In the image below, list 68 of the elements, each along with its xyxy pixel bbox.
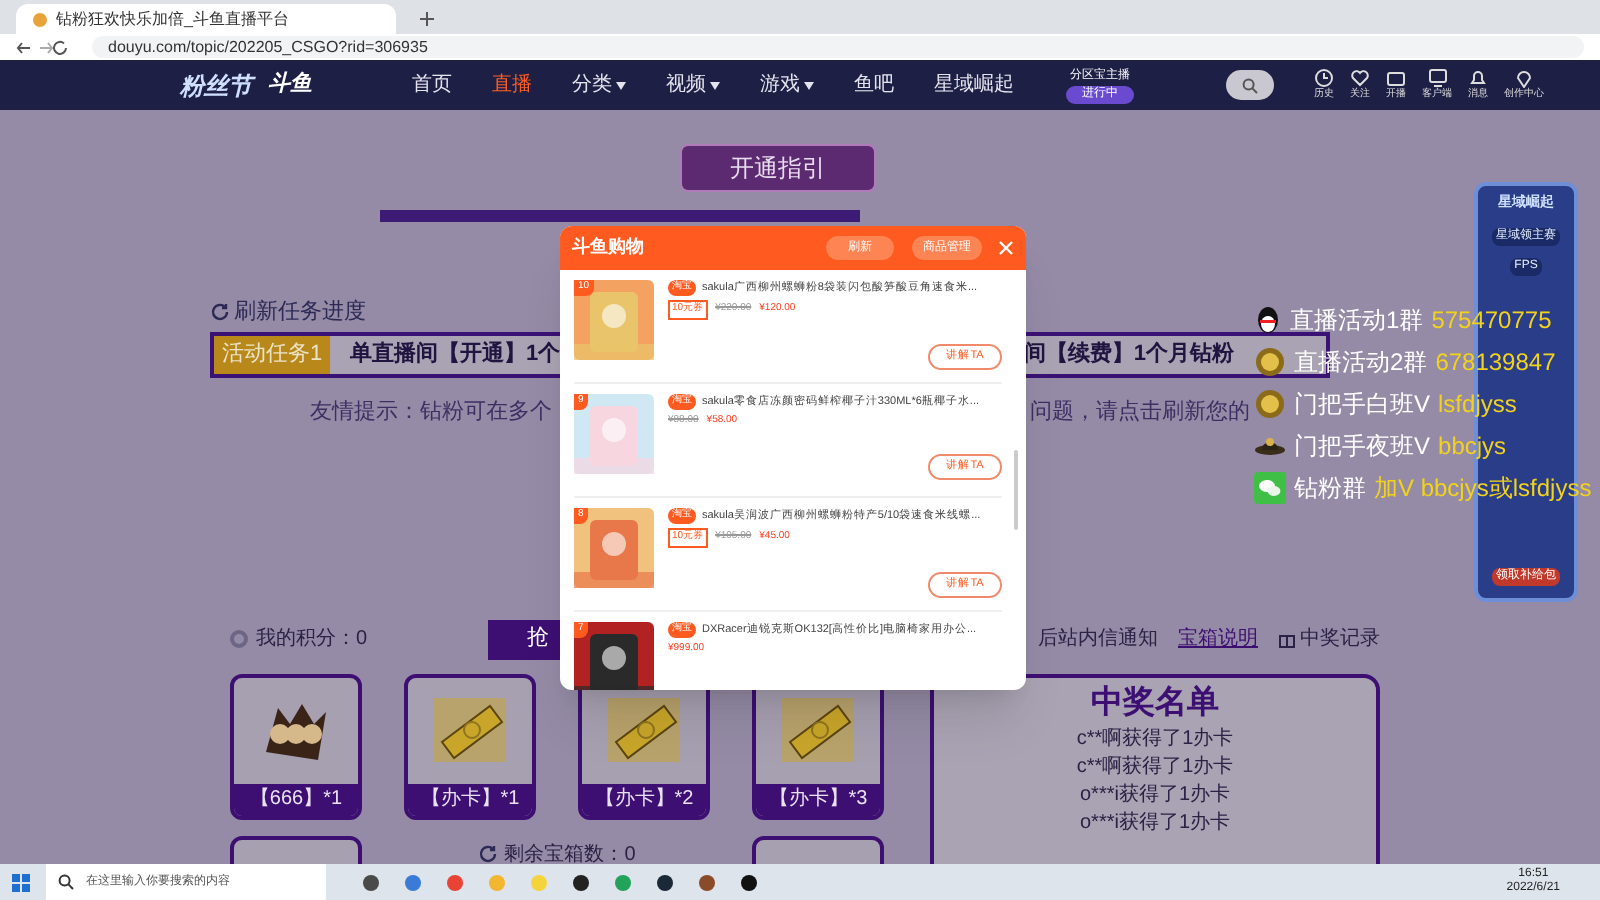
points-label: 我的积分：0 [256, 625, 368, 654]
scrollbar[interactable] [1014, 450, 1018, 530]
bell-icon[interactable] [1468, 67, 1488, 88]
browser-tab[interactable]: 钻粉狂欢快乐加倍_斗鱼直播平台 [16, 4, 396, 34]
dialog-title: 斗鱼购物 [572, 234, 644, 261]
nav-item[interactable]: 分类 [572, 70, 612, 100]
group-contact: 678139847 [1435, 345, 1556, 379]
refresh-progress-link[interactable]: 刷新任务进度 [234, 295, 366, 329]
caret-icon[interactable] [616, 81, 626, 89]
screen-icon[interactable] [1386, 67, 1406, 88]
remaining-chests: 剩余宝箱数：0 [504, 841, 636, 864]
nav-item[interactable]: 首页 [412, 70, 452, 100]
prize-label: 【办卡】*2 [582, 783, 706, 815]
group-name: 直播活动1群 [1290, 303, 1424, 337]
pin-icon[interactable] [1514, 67, 1534, 88]
chest-rules-link[interactable]: 宝箱说明 [1178, 624, 1258, 654]
ticket-icon [604, 694, 684, 766]
navigation-icon[interactable] [16, 39, 68, 55]
prize-record-link[interactable]: 中奖记录 [1300, 624, 1380, 654]
site-icon [32, 11, 48, 27]
nav-item[interactable]: 鱼吧 [854, 70, 894, 100]
search-icon [58, 874, 74, 890]
tip-text: 问题，请点击刷新您的 [1030, 397, 1250, 428]
caret-icon[interactable] [710, 81, 720, 89]
fan-festival-logo: 粉丝节 [180, 69, 252, 103]
search-field[interactable] [1226, 70, 1274, 100]
tip-text: 友情提示：钻粉可在多个 [310, 398, 552, 428]
task-tag: 活动任务1 [214, 336, 330, 374]
chat-bubbles-icon [1254, 471, 1286, 503]
group-name: 门把手夜班V [1294, 429, 1431, 463]
address-bar[interactable]: douyu.com/topic/202205_CSGO?rid=306935 [92, 36, 1584, 58]
ticket-icon [430, 694, 510, 766]
heart-icon[interactable] [1350, 67, 1370, 88]
winner-entry: c**啊获得了1办卡 [1076, 725, 1234, 753]
nav-item[interactable]: 星域崛起 [934, 70, 1014, 100]
group-name: 钻粉群 [1294, 471, 1366, 505]
app-icon[interactable] [656, 873, 674, 891]
nav-item[interactable]: 游戏 [760, 70, 800, 100]
winners-title: 中奖名单 [1091, 683, 1219, 723]
coin-icon [1254, 387, 1286, 419]
app-icon[interactable] [740, 873, 758, 891]
task-text: 单直播间【开通】1个 [350, 339, 561, 371]
nav-item[interactable]: 视频 [666, 70, 706, 100]
coin-icon [1254, 345, 1286, 377]
close-icon[interactable] [998, 240, 1014, 256]
nav-item[interactable]: 直播 [492, 70, 532, 100]
clock-icon[interactable] [1314, 67, 1334, 88]
group-contact: 575470775 [1431, 303, 1552, 337]
refresh-icon[interactable] [210, 302, 230, 322]
winner-entry: c**啊获得了1办卡 [1076, 753, 1234, 781]
refresh-icon[interactable] [478, 844, 499, 864]
plus-icon[interactable] [420, 12, 434, 26]
circle-icon[interactable] [362, 873, 380, 891]
guide-button[interactable]: 开通指引 [680, 144, 876, 192]
monitor-icon[interactable] [1427, 67, 1447, 88]
points-icon [230, 630, 248, 648]
prize-label: 【办卡】*1 [408, 783, 532, 815]
brand-logo: 斗鱼 [268, 69, 312, 101]
winner-entry: o***i获得了1办卡 [1079, 809, 1231, 837]
prize-label: 【666】*1 [234, 783, 358, 815]
caret-icon[interactable] [804, 81, 814, 89]
windows-start-icon[interactable] [12, 873, 30, 891]
ticket-icon [778, 694, 858, 766]
notice-text: 后站内信通知 [1038, 625, 1158, 654]
search-icon [1242, 77, 1258, 93]
prize-label: 【办卡】*3 [756, 783, 880, 815]
group-name: 门把手白班V [1294, 387, 1431, 421]
winner-entry: o***i获得了1办卡 [1079, 781, 1231, 809]
